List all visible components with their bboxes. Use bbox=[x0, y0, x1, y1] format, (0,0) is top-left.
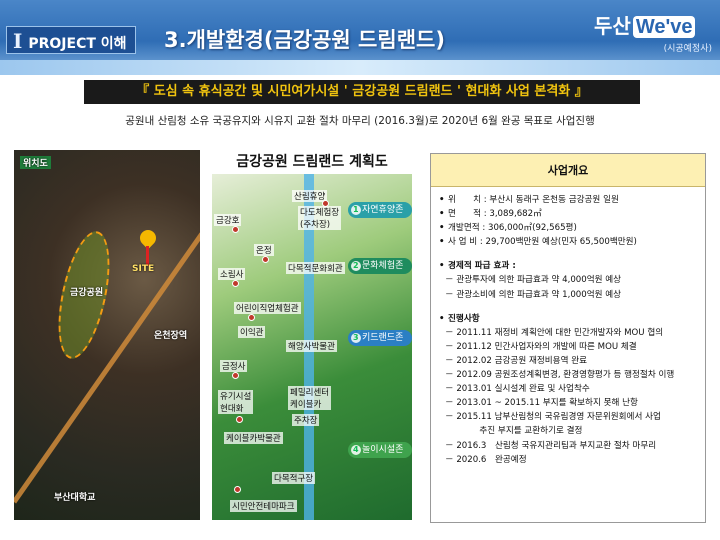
summary-title: 사업개요 bbox=[431, 154, 705, 187]
zone-number: 1 bbox=[353, 205, 359, 214]
summary-item: • 사 업 비 : 29,700백만원 예상(민자 65,500백만원) bbox=[439, 237, 637, 248]
summary-item-text: 개발면적 : 306,000㎡(92,565평) bbox=[448, 223, 577, 234]
site-pin-stem bbox=[146, 246, 149, 266]
logo-subtitle: (시공예정사) bbox=[663, 44, 712, 54]
progress-item: － 2016.3 산림청 국유지관리팀과 부지교환 절차 마무리 bbox=[445, 440, 657, 451]
summary-item: • 면 적 : 3,089,682㎡ bbox=[439, 209, 542, 220]
plan-title: 금강공원 드림랜드 계획도 bbox=[212, 150, 412, 174]
plan-place-label: 이익관 bbox=[238, 326, 266, 338]
section-tag: I PROJECT 이해 bbox=[6, 26, 136, 54]
plan-place-label: 주차장 bbox=[292, 414, 320, 426]
map-station-label: 온천장역 bbox=[154, 331, 188, 341]
plan-place-label: 유기시설 현대화 bbox=[218, 390, 254, 414]
plan-place-label: 금정사 bbox=[220, 360, 248, 372]
plan-place-label: 케이블카박물관 bbox=[224, 432, 283, 444]
logo-weve: We've bbox=[632, 16, 696, 38]
progress-item: － 2011.11 재정비 계획안에 대한 민간개발자와 MOU 협의 bbox=[445, 327, 664, 338]
project-summary-box: 사업개요 • 위 치 : 부산시 동래구 온천동 금강공원 일원 • 면 적 : 3… bbox=[430, 153, 706, 523]
plan-place-label: 온정 bbox=[254, 244, 274, 256]
header-stripe bbox=[0, 60, 720, 75]
place-marker bbox=[232, 280, 239, 287]
plan-place-label: 시민안전테마파크 bbox=[230, 500, 297, 512]
progress-title: 진행사항 bbox=[448, 313, 480, 324]
place-marker bbox=[234, 486, 241, 493]
company-logo: 두산 We've (시공예정사) bbox=[594, 10, 716, 60]
plan-place-label: 다목적구장 bbox=[272, 472, 316, 484]
plan-place-label: 어린이직업체험관 bbox=[234, 302, 301, 314]
map-site-label: SITE bbox=[132, 264, 155, 274]
zone-tag: 2 문화체험존 bbox=[348, 258, 412, 274]
place-marker bbox=[232, 226, 239, 233]
zone-number: 4 bbox=[353, 445, 359, 454]
progress-item: 추진 부지를 교환하기로 결정 bbox=[445, 426, 583, 437]
place-marker bbox=[322, 200, 329, 207]
plan-place-label: 해양사박물관 bbox=[286, 340, 337, 352]
summary-body: • 위 치 : 부산시 동래구 온천동 금강공원 일원 • 면 적 : 3,089,… bbox=[431, 187, 705, 467]
zone-number: 2 bbox=[353, 261, 359, 270]
plan-diagram: 금강공원 드림랜드 계획도 산림휴양 다도체험장 (주차장) 금강호 온정 소림… bbox=[212, 150, 412, 520]
zone-tag: 1 자연휴양존 bbox=[348, 202, 412, 218]
plan-place-label: 소림사 bbox=[218, 268, 246, 280]
progress-item: － 2012.02 금강공원 재정비용역 완료 bbox=[445, 355, 588, 366]
plan-place-label: 다도체험장 (주차장) bbox=[298, 206, 342, 230]
map-park-label: 금강공원 bbox=[70, 288, 104, 298]
page-title: 3.개발환경(금강공원 드림랜드) bbox=[164, 28, 445, 52]
place-marker bbox=[236, 416, 243, 423]
intro-text: 공원내 산림청 소유 국공유지와 시유지 교환 절차 마무리 (2016.3월)… bbox=[125, 115, 595, 127]
econ-title: 경제적 파급 효과 : bbox=[448, 261, 516, 272]
summary-item: • 위 치 : 부산시 동래구 온천동 금강공원 일원 bbox=[439, 195, 619, 205]
zone-number: 3 bbox=[353, 333, 359, 342]
logo-main: 두산 We've bbox=[594, 10, 716, 39]
zone-label: 놀이시설존 bbox=[362, 445, 404, 455]
section-label: PROJECT 이해 bbox=[28, 36, 127, 52]
zone-tag: 3 키드랜드존 bbox=[348, 330, 412, 346]
plan-place-label: 페밀리센터 케이블카 bbox=[288, 386, 332, 410]
map-bottom-label: 부산대학교 bbox=[54, 493, 96, 503]
section-roman: I bbox=[13, 29, 23, 53]
progress-item: － 2020.6 완공예정 bbox=[445, 454, 527, 465]
zone-label: 문화체험존 bbox=[362, 261, 404, 271]
place-marker bbox=[232, 372, 239, 379]
progress-item: － 2015.11 남부산림청의 국유림경영 자문위원회에서 사업 bbox=[445, 412, 661, 423]
summary-item-text: 사 업 비 : 29,700백만원 예상(민자 65,500백만원) bbox=[448, 237, 637, 248]
progress-item: － 2013.01 ~ 2015.11 부지를 확보하지 못해 난항 bbox=[445, 398, 638, 409]
progress-item: － 2012.09 공원조성계획변경, 환경영향평가 등 행정절차 이행 bbox=[445, 370, 675, 381]
zone-label: 자연휴양존 bbox=[362, 205, 404, 215]
header-bar: I PROJECT 이해 3.개발환경(금강공원 드림랜드) 두산 We've (시… bbox=[0, 0, 720, 75]
place-marker bbox=[262, 256, 269, 263]
progress-item: － 2013.01 실시설계 완료 및 사업착수 bbox=[445, 384, 590, 395]
progress-item: － 2011.12 민간사업자와의 개발에 따른 MOU 체결 bbox=[445, 341, 637, 352]
summary-item: • 개발면적 : 306,000㎡(92,565평) bbox=[439, 223, 577, 234]
map-title: 위치도 bbox=[20, 156, 51, 169]
headline-banner: 『 도심 속 휴식공간 및 시민여가시설 ' 금강공원 드림랜드 ' 현대화 사… bbox=[84, 80, 640, 104]
location-map: 위치도 금강공원 SITE 온천장역 부산대학교 bbox=[14, 150, 200, 520]
logo-brand: 두산 bbox=[594, 16, 631, 38]
zone-label: 키드랜드존 bbox=[362, 333, 404, 343]
progress-heading: • 진행사항 bbox=[439, 313, 480, 324]
econ-item: － 관광투자에 의한 파급효과 약 4,000억원 예상 bbox=[445, 275, 622, 286]
econ-heading: • 경제적 파급 효과 : bbox=[439, 261, 516, 272]
plan-place-label: 금강호 bbox=[214, 214, 242, 226]
summary-item-text: 위 치 : 부산시 동래구 온천동 금강공원 일원 bbox=[448, 195, 619, 205]
econ-item: － 관광소비에 의한 파급효과 약 1,000억원 예상 bbox=[445, 289, 622, 300]
zone-tag: 4 놀이시설존 bbox=[348, 442, 412, 458]
summary-item-text: 면 적 : 3,089,682㎡ bbox=[448, 209, 542, 220]
plan-place-label: 다목적문화회관 bbox=[286, 262, 345, 274]
place-marker bbox=[248, 314, 255, 321]
